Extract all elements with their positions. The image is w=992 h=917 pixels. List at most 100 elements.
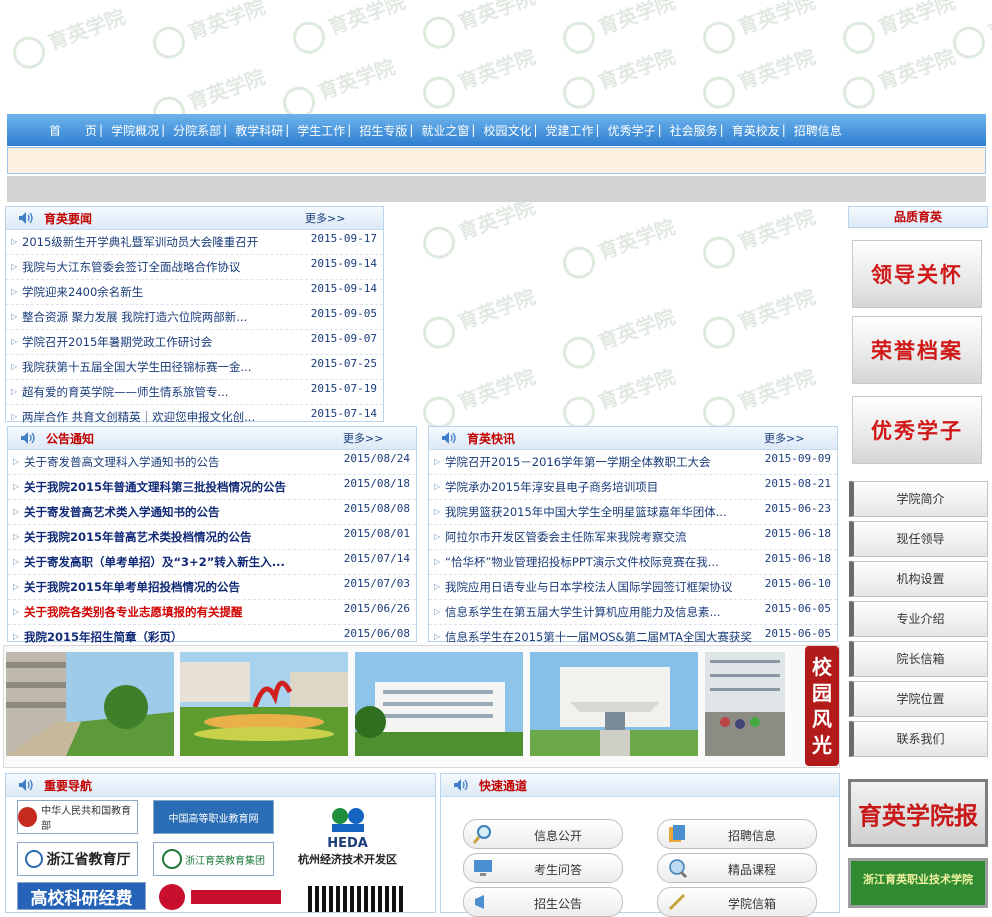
list-item-link[interactable]: 关于寄发高职（单考单招）及“3+2”转入新生入... xyxy=(24,555,285,569)
nav-item[interactable]: 社会服务 xyxy=(670,122,718,139)
side-link-president-mailbox[interactable]: 院长信箱 xyxy=(849,641,988,677)
bullet-arrow-icon: ▷ xyxy=(11,237,18,246)
list-item: ▷ 信息系学生在第五届大学生计算机应用能力及信息素... 2015-06-05 xyxy=(429,600,837,625)
link-ministry-of-education[interactable]: 中华人民共和国教育部 xyxy=(17,800,138,834)
nav-separator: | xyxy=(657,123,662,137)
quick-info-disclosure[interactable]: 信息公开 xyxy=(463,819,623,849)
quick-admission-notice[interactable]: 招生公告 xyxy=(463,887,623,917)
list-item-link[interactable]: “恰华杯”物业管理招投标PPT演示文件校际竞赛在我... xyxy=(445,555,719,569)
list-item-link[interactable]: 我院2015年招生简章（彩页） xyxy=(24,630,183,644)
list-item-link[interactable]: 我院与大江东管委会签订全面战略合作协议 xyxy=(22,260,241,274)
nav-item[interactable]: 招生专版 xyxy=(359,122,407,139)
link-zhejiang-education-dept[interactable]: 浙江省教育厅 xyxy=(17,842,138,876)
header-banner-area xyxy=(0,0,992,114)
list-item-link[interactable]: 学院迎来2400余名新生 xyxy=(22,285,143,299)
flash-more-link[interactable]: 更多>> xyxy=(764,430,804,446)
link-higher-vocational-education[interactable]: 中国高等职业教育网 xyxy=(153,800,274,834)
quick-recruitment[interactable]: 招聘信息 xyxy=(657,819,817,849)
list-item-link[interactable]: 我院获第十五届全国大学生田径锦标赛一金... xyxy=(22,360,251,374)
nav-item[interactable]: 就业之窗 xyxy=(421,122,469,139)
nav-item[interactable]: 学院概况 xyxy=(111,122,159,139)
link-yuying-education-group[interactable]: 浙江育英教育集团 xyxy=(153,842,274,876)
nav-item[interactable]: 招聘信息 xyxy=(794,122,842,139)
list-item-link[interactable]: 关于寄发普高艺术类入学通知书的公告 xyxy=(24,505,220,519)
quick-label: 招聘信息 xyxy=(727,829,776,843)
campus-photo[interactable] xyxy=(355,652,523,756)
notices-panel: 公告通知 更多>> ▷ 关于寄发普高文理科入学通知书的公告 2015/08/24 ▷ 关… xyxy=(7,426,417,650)
list-item-link[interactable]: 2015级新生开学典礼暨军训动员大会隆重召开 xyxy=(22,235,258,249)
campus-photo[interactable] xyxy=(705,652,785,756)
nav-separator: | xyxy=(409,123,414,137)
notices-more-link[interactable]: 更多>> xyxy=(343,430,383,446)
speaker-icon xyxy=(19,212,33,224)
feature-leaders-care[interactable]: 领导关怀 xyxy=(852,240,982,308)
campus-photo[interactable] xyxy=(6,652,174,756)
list-item-link[interactable]: 信息系学生在2015第十一届MOS&第二届MTA全国大赛获奖 xyxy=(445,630,752,644)
education-dept-icon xyxy=(24,850,43,868)
side-link-contact[interactable]: 联系我们 xyxy=(849,721,988,757)
campus-photo-strip: 校园风光 xyxy=(3,645,840,768)
campus-photo[interactable] xyxy=(530,652,698,756)
list-item-link[interactable]: 阿拉尔市开发区管委会主任陈军来我院考察交流 xyxy=(445,530,687,544)
campus-photo[interactable] xyxy=(180,652,348,756)
campus-photo-building xyxy=(355,652,523,756)
nav-separator: | xyxy=(781,123,786,137)
nav-item[interactable]: 教学科研 xyxy=(235,122,283,139)
quick-channel-panel: 快速通道 信息公开 招聘信息 考生问答 精品课程 招生公告 学院信箱 xyxy=(440,773,840,917)
list-item-link[interactable]: 关于我院各类别各专业志愿填报的有关提醒 xyxy=(24,605,243,619)
nav-item[interactable]: 党建工作 xyxy=(546,122,594,139)
yuying-group-icon xyxy=(162,849,182,869)
news-more-link[interactable]: 更多>> xyxy=(305,210,345,226)
newspaper-banner[interactable]: 育英学院报 xyxy=(848,779,988,847)
list-item-link[interactable]: 超有爱的育英学院——师生情系旅管专... xyxy=(22,385,228,399)
quick-college-mailbox[interactable]: 学院信箱 xyxy=(657,887,817,917)
quick-channel-title: 快速通道 xyxy=(479,779,528,793)
list-item-link[interactable]: 两岸合作 共育文创精英｜欢迎您申报文化创... xyxy=(22,410,255,424)
bullet-arrow-icon: ▷ xyxy=(434,557,441,566)
nav-item[interactable]: 首 页 xyxy=(49,122,97,139)
campus-photo-entrance xyxy=(530,652,698,756)
side-link-leaders[interactable]: 现任领导 xyxy=(849,521,988,557)
list-item-date: 2015/08/24 xyxy=(343,452,410,465)
list-item-link[interactable]: 关于寄发普高文理科入学通知书的公告 xyxy=(24,455,220,469)
side-link-majors[interactable]: 专业介绍 xyxy=(849,601,988,637)
nav-separator: | xyxy=(719,123,724,137)
list-item-link[interactable]: 学院承办2015年淳安县电子商务培训项目 xyxy=(445,480,658,494)
nav-separator: | xyxy=(285,123,290,137)
side-link-organization[interactable]: 机构设置 xyxy=(849,561,988,597)
campus-photo-sculpture xyxy=(180,652,348,756)
link-research-funding[interactable]: 高校科研经费 xyxy=(17,882,146,910)
list-item-link[interactable]: 关于我院2015年普高艺术类投档情况的公告 xyxy=(24,530,252,544)
quick-courses[interactable]: 精品课程 xyxy=(657,853,817,883)
list-item-link[interactable]: 关于我院2015年普通文理科第三批投档情况的公告 xyxy=(24,480,286,494)
nav-item[interactable]: 育英校友 xyxy=(732,122,780,139)
list-item-link[interactable]: 我院男篮获2015年中国大学生全明星篮球嘉年华团体... xyxy=(445,505,727,519)
quick-qa[interactable]: 考生问答 xyxy=(463,853,623,883)
feature-outstanding-students[interactable]: 优秀学子 xyxy=(852,396,982,464)
quick-label: 信息公开 xyxy=(533,829,582,843)
bullet-arrow-icon: ▷ xyxy=(434,457,441,466)
list-item-link[interactable]: 整合资源 聚力发展 我院打造六位院两部新... xyxy=(22,310,247,324)
list-item-date: 2015-09-05 xyxy=(310,307,377,320)
nav-item[interactable]: 优秀学子 xyxy=(608,122,656,139)
list-item-link[interactable]: 关于我院2015年单考单招投档情况的公告 xyxy=(24,580,240,594)
nav-item[interactable]: 分院系部 xyxy=(173,122,221,139)
green-banner[interactable]: 浙江育英职业技术学院 xyxy=(848,858,988,908)
campus-photo-students xyxy=(705,652,785,756)
speaker-icon xyxy=(21,432,35,444)
list-item-link[interactable]: 学院召开2015－2016学年第一学期全体教职工大会 xyxy=(445,455,711,469)
list-item-link[interactable]: 信息系学生在第五届大学生计算机应用能力及信息素... xyxy=(445,605,720,619)
speaker-icon xyxy=(19,779,33,791)
nav-item[interactable]: 学生工作 xyxy=(297,122,345,139)
list-item-link[interactable]: 学院召开2015年暑期党政工作研讨会 xyxy=(22,335,212,349)
side-link-introduction[interactable]: 学院简介 xyxy=(849,481,988,517)
list-item-date: 2015/06/26 xyxy=(343,602,410,615)
list-item-link[interactable]: 我院应用日语专业与日本学校法人国际学园签订框架协议 xyxy=(445,580,733,594)
link-red-logo[interactable] xyxy=(156,884,284,910)
watermark-label: 育英学院 xyxy=(454,194,539,245)
nav-item[interactable]: 校园文化 xyxy=(483,122,531,139)
nav-separator: | xyxy=(347,123,352,137)
feature-honor-archive[interactable]: 荣誉档案 xyxy=(852,316,982,384)
side-link-location[interactable]: 学院位置 xyxy=(849,681,988,717)
link-heda[interactable]: HEDA 杭州经济技术开发区 xyxy=(290,800,405,872)
